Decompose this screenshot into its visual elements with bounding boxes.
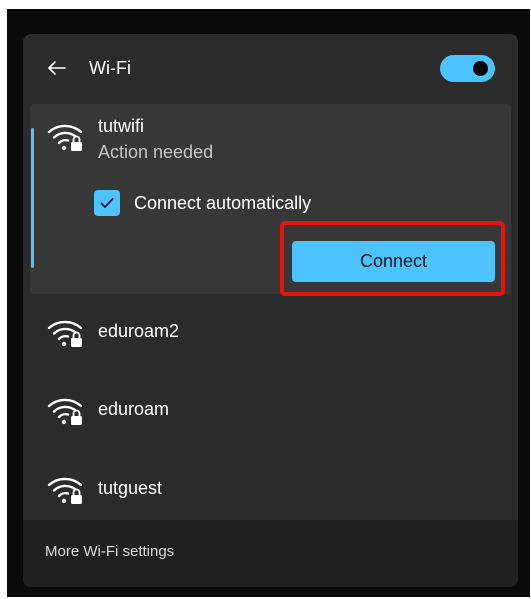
checkmark-icon [100, 198, 114, 208]
connect-automatically-checkbox[interactable] [94, 190, 120, 216]
network-item-tutguest[interactable]: tutguest [30, 448, 511, 524]
page-title: Wi-Fi [89, 58, 131, 78]
wifi-secured-icon [47, 124, 83, 151]
flyout-footer: More Wi-Fi settings [23, 520, 518, 587]
wifi-toggle[interactable] [440, 55, 495, 82]
network-status: Action needed [98, 142, 214, 162]
wifi-secured-icon [47, 477, 83, 504]
network-item-selected[interactable]: tutwifi Action needed Connect automatica… [30, 104, 511, 294]
connect-automatically-label: Connect automatically [134, 193, 312, 213]
toggle-knob [473, 61, 488, 76]
network-item-eduroam[interactable]: eduroam [30, 370, 511, 446]
flyout-header: Wi-Fi [23, 34, 518, 100]
wifi-secured-icon [47, 398, 83, 425]
wifi-secured-icon [47, 320, 83, 347]
network-name: tutwifi [98, 116, 145, 136]
connect-button[interactable]: Connect [292, 241, 495, 282]
selection-indicator [31, 128, 34, 268]
wifi-flyout-panel: Wi-Fi tutwifi Action needed Connect auto… [23, 34, 518, 587]
more-wifi-settings-link[interactable]: More Wi-Fi settings [45, 542, 174, 562]
arrow-left-icon [48, 61, 66, 75]
back-button[interactable] [43, 54, 71, 82]
network-name: tutguest [98, 478, 163, 498]
network-name: eduroam2 [98, 321, 180, 341]
network-item-eduroam2[interactable]: eduroam2 [30, 294, 511, 370]
network-name: eduroam [98, 399, 170, 419]
